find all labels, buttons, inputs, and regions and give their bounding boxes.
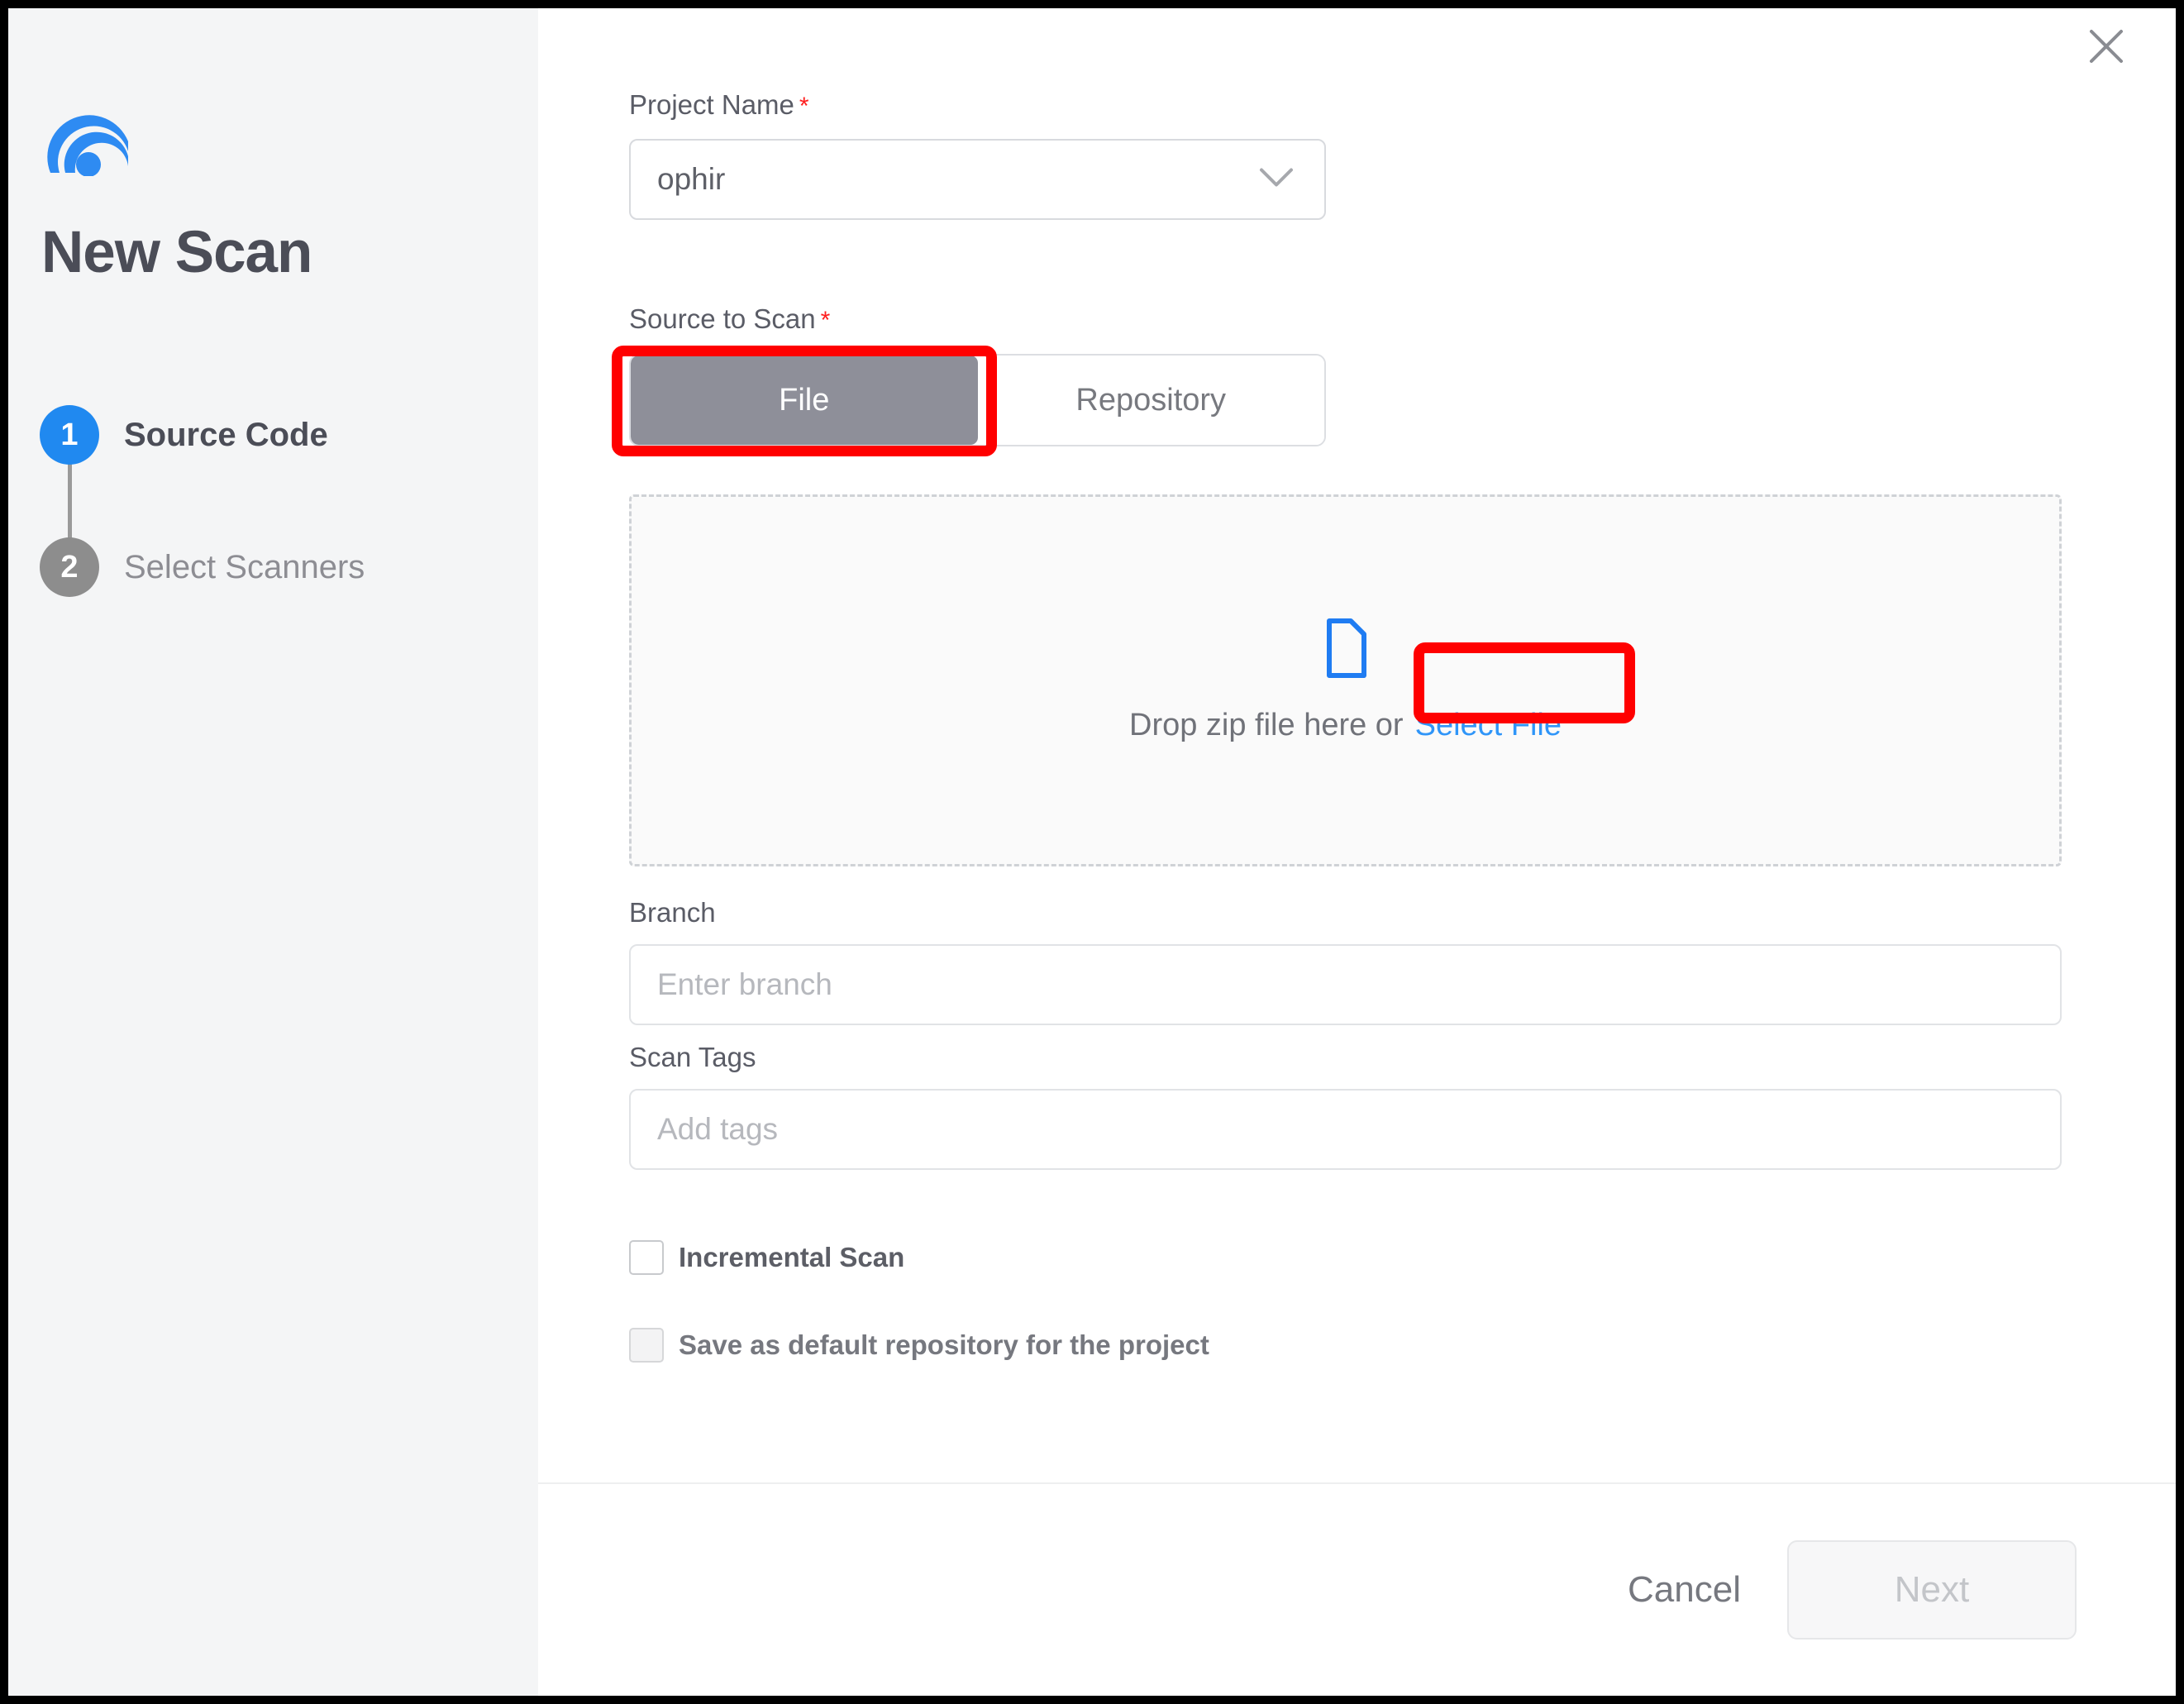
sidebar-step-select-scanners[interactable]: 2 Select Scanners	[40, 537, 365, 597]
chevron-down-icon	[1258, 166, 1295, 193]
project-name-label-text: Project Name	[629, 89, 794, 120]
page-title: New Scan	[41, 220, 312, 285]
save-default-repository-checkbox[interactable]	[629, 1328, 664, 1363]
step-label-select-scanners: Select Scanners	[124, 548, 365, 585]
incremental-scan-checkbox-row[interactable]: Incremental Scan	[629, 1240, 904, 1275]
dropzone-content: Drop zip file here or Select File	[632, 618, 2059, 743]
form-scroll-area: Project Name * ophir Source to Scan * File…	[538, 8, 2176, 1482]
incremental-scan-checkbox[interactable]	[629, 1240, 664, 1275]
wizard-sidebar: New Scan 1 Source Code 2 Select Scanners	[8, 8, 538, 1696]
project-name-label: Project Name *	[629, 89, 809, 121]
required-asterisk: *	[820, 307, 831, 334]
cancel-button[interactable]: Cancel	[1628, 1569, 1741, 1611]
source-to-scan-toggle-group: File Repository	[629, 354, 1326, 446]
step-number-badge-1: 1	[40, 405, 99, 465]
branch-input[interactable]: Enter branch	[629, 944, 2062, 1025]
file-document-icon	[1323, 618, 1369, 683]
scan-tags-input-placeholder: Add tags	[657, 1112, 779, 1146]
incremental-scan-label: Incremental Scan	[679, 1242, 905, 1272]
toggle-option-file[interactable]: File	[631, 356, 978, 445]
required-asterisk: *	[799, 93, 809, 120]
sidebar-step-source-code[interactable]: 1 Source Code	[40, 405, 328, 465]
branch-label: Branch	[629, 897, 716, 928]
scan-tags-input[interactable]: Add tags	[629, 1089, 2062, 1170]
dialog-footer: Cancel Next	[538, 1482, 2176, 1696]
save-default-repository-label: Save as default repository for the proje…	[679, 1329, 1209, 1360]
next-button[interactable]: Next	[1787, 1540, 2077, 1640]
step-number-badge-2: 2	[40, 537, 99, 597]
toggle-option-repository[interactable]: Repository	[977, 356, 1324, 445]
dropzone-hint-text: Drop zip file here or	[1129, 708, 1404, 742]
dialog-main-panel: Project Name * ophir Source to Scan * File…	[538, 8, 2176, 1696]
source-to-scan-label: Source to Scan *	[629, 303, 830, 335]
step-label-source-code: Source Code	[124, 416, 328, 453]
project-name-select[interactable]: ophir	[629, 139, 1326, 220]
save-default-repository-checkbox-row[interactable]: Save as default repository for the proje…	[629, 1328, 1209, 1363]
new-scan-dialog: New Scan 1 Source Code 2 Select Scanners…	[8, 8, 2176, 1696]
file-dropzone[interactable]: Drop zip file here or Select File	[629, 494, 2062, 866]
project-name-value: ophir	[657, 162, 726, 196]
dropzone-text-row: Drop zip file here or Select File	[1129, 708, 1562, 743]
step-connector-line	[68, 461, 72, 541]
scan-tags-label: Scan Tags	[629, 1042, 756, 1072]
radar-spiral-logo-icon	[45, 103, 133, 177]
source-to-scan-label-text: Source to Scan	[629, 303, 816, 334]
branch-input-placeholder: Enter branch	[657, 967, 832, 1001]
select-file-link[interactable]: Select File	[1415, 708, 1562, 743]
